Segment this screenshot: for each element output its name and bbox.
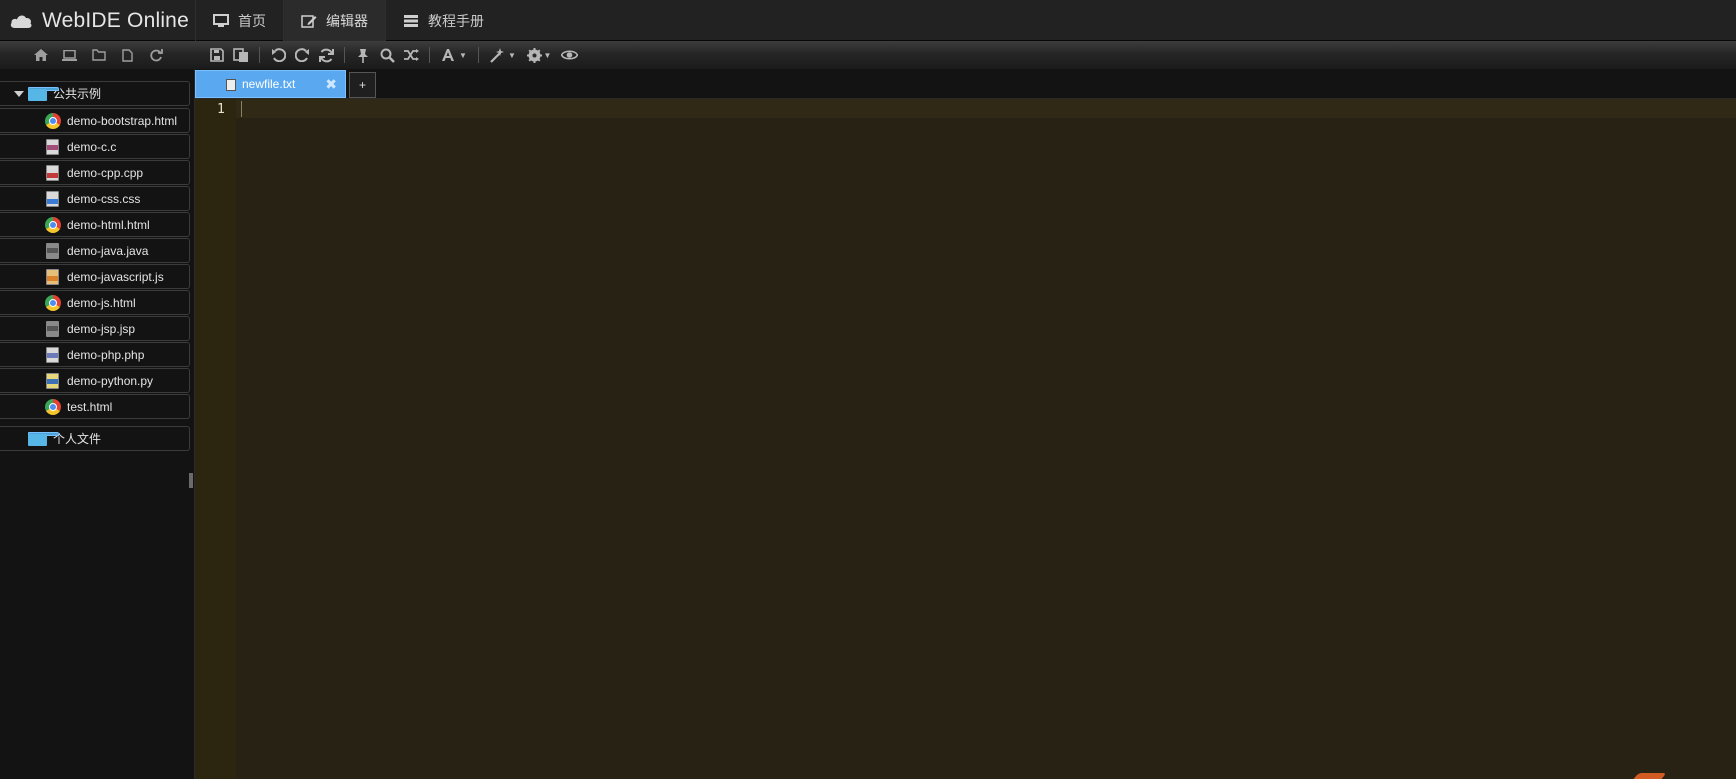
monitor-icon <box>213 13 229 28</box>
file-label: demo-php.php <box>67 347 145 362</box>
gear-icon[interactable]: ▼ <box>521 44 557 66</box>
shuffle-icon[interactable] <box>399 44 423 66</box>
undo-icon[interactable] <box>266 44 290 66</box>
tab-newfile[interactable]: newfile.txt ✖ <box>195 70 346 98</box>
chevron-down-icon: ▼ <box>508 50 516 60</box>
file-label: demo-bootstrap.html <box>67 113 178 128</box>
toolbar-divider <box>429 47 430 63</box>
nav-editor-label: 编辑器 <box>326 12 368 29</box>
file-item[interactable]: demo-java.java <box>0 238 190 263</box>
file-label: demo-css.css <box>67 191 141 206</box>
cloud-icon <box>9 13 33 29</box>
file-item[interactable]: demo-jsp.jsp <box>0 316 190 341</box>
new-file-icon[interactable] <box>119 44 137 66</box>
toolbar: ▼ ▼ ▼ <box>0 41 1736 69</box>
tab-label: newfile.txt <box>242 77 296 91</box>
file-item[interactable]: demo-js.html <box>0 290 190 315</box>
python-file-icon <box>44 372 61 389</box>
redo-icon[interactable] <box>290 44 314 66</box>
editor-tabbar: newfile.txt ✖ + <box>195 69 1736 99</box>
java-file-icon <box>44 242 61 259</box>
file-item[interactable]: test.html <box>0 394 190 419</box>
file-tree: 公共示例 demo-bootstrap.html demo-c.c demo-c… <box>0 69 195 779</box>
home-icon[interactable] <box>32 44 50 66</box>
folder-icon <box>28 431 59 446</box>
file-label: demo-cpp.cpp <box>67 165 144 180</box>
toolbar-divider <box>478 47 479 63</box>
font-icon[interactable]: ▼ <box>436 44 472 66</box>
file-label: demo-javascript.js <box>67 269 164 284</box>
file-label: demo-c.c <box>67 139 117 154</box>
file-label: test.html <box>67 399 113 414</box>
top-navbar: WebIDE Online 首页 编辑器 教程手册 <box>0 0 1736 41</box>
corner-decoration <box>1633 773 1667 779</box>
cpp-file-icon <box>44 164 61 181</box>
active-line-highlight <box>236 99 1736 118</box>
file-item[interactable]: demo-css.css <box>0 186 190 211</box>
js-file-icon <box>44 268 61 285</box>
brand[interactable]: WebIDE Online <box>0 0 195 41</box>
file-item[interactable]: demo-javascript.js <box>0 264 190 289</box>
file-item[interactable]: demo-html.html <box>0 212 190 237</box>
php-file-icon <box>44 346 61 363</box>
folder-icon <box>28 86 59 101</box>
chrome-icon <box>44 398 61 415</box>
chevron-down-icon: ▼ <box>543 50 552 60</box>
laptop-icon[interactable] <box>61 44 79 66</box>
file-item[interactable]: demo-cpp.cpp <box>0 160 190 185</box>
file-item[interactable]: demo-python.py <box>0 368 190 393</box>
nav-home-label: 首页 <box>238 12 266 29</box>
add-tab-button[interactable]: + <box>349 72 376 98</box>
line-gutter: 1 <box>195 99 236 779</box>
nav-manual-label: 教程手册 <box>428 12 484 29</box>
file-tree-toolbar <box>0 44 195 66</box>
panel-resize-handle[interactable] <box>189 473 193 488</box>
jsp-file-icon <box>44 320 61 337</box>
file-label: demo-java.java <box>67 243 149 258</box>
file-label: demo-python.py <box>67 373 154 388</box>
save-icon[interactable] <box>205 44 229 66</box>
file-icon <box>226 79 236 91</box>
file-item[interactable]: demo-bootstrap.html <box>0 108 190 133</box>
brand-title: WebIDE Online <box>42 8 189 32</box>
code-editor[interactable]: 1 <box>195 99 1736 779</box>
magic-wand-icon[interactable]: ▼ <box>485 44 521 66</box>
css-file-icon <box>44 190 61 207</box>
save-all-icon[interactable] <box>229 44 253 66</box>
folder-public-examples[interactable]: 公共示例 <box>0 81 190 106</box>
close-icon[interactable]: ✖ <box>325 76 337 93</box>
eye-icon[interactable] <box>557 44 581 66</box>
file-label: demo-js.html <box>67 295 136 310</box>
file-label: demo-html.html <box>67 217 150 232</box>
list-icon <box>403 14 419 28</box>
pin-icon[interactable] <box>351 44 375 66</box>
folder-label: 个人文件 <box>53 432 102 446</box>
edit-icon <box>301 14 317 28</box>
chrome-icon <box>44 294 61 311</box>
line-number: 1 <box>217 102 225 117</box>
folder-label: 公共示例 <box>53 87 102 101</box>
file-item[interactable]: demo-php.php <box>0 342 190 367</box>
reload-icon[interactable] <box>314 44 338 66</box>
nav-editor[interactable]: 编辑器 <box>283 0 385 41</box>
nav-manual[interactable]: 教程手册 <box>385 0 501 41</box>
c-file-icon <box>44 138 61 155</box>
caret-down-icon[interactable] <box>14 91 24 97</box>
file-label: demo-jsp.jsp <box>67 321 136 336</box>
search-icon[interactable] <box>375 44 399 66</box>
chrome-icon <box>44 216 61 233</box>
refresh-icon[interactable] <box>148 44 166 66</box>
text-cursor <box>241 101 242 117</box>
chevron-down-icon: ▼ <box>459 50 467 60</box>
nav-home[interactable]: 首页 <box>195 0 283 41</box>
file-item[interactable]: demo-c.c <box>0 134 190 159</box>
toolbar-divider <box>259 47 260 63</box>
folder-personal-files[interactable]: 个人文件 <box>0 426 190 451</box>
editor-toolbar: ▼ ▼ ▼ <box>195 44 581 66</box>
chrome-icon <box>44 112 61 129</box>
new-folder-icon[interactable] <box>90 44 108 66</box>
toolbar-divider <box>344 47 345 63</box>
